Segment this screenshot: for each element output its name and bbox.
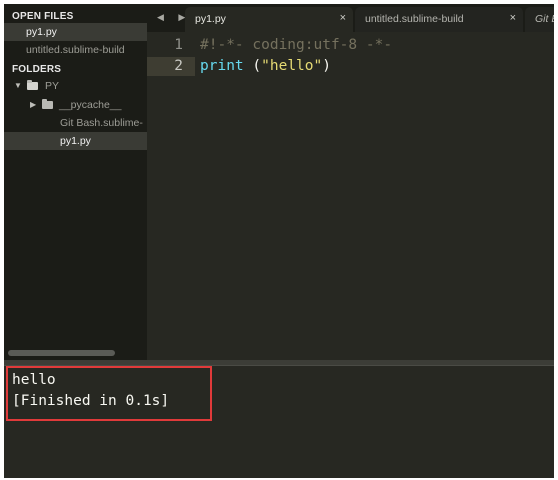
collapsed-arrow-icon: ▶ <box>30 100 37 109</box>
open-file-label: py1.py <box>26 26 57 38</box>
file-label: Git Bash.sublime- <box>60 117 143 129</box>
folder-py[interactable]: ▼ PY <box>4 77 147 95</box>
folder-label: PY <box>45 80 60 92</box>
tab-untitled-build[interactable]: untitled.sublime-build × <box>355 7 523 32</box>
open-file-untitled-build[interactable]: untitled.sublime-build <box>4 41 147 59</box>
tab-bar: ◀ ▶ py1.py × untitled.sublime-build × Gi… <box>147 4 554 32</box>
tab-label: py1.py <box>195 13 226 25</box>
file-git-bash-build[interactable]: Git Bash.sublime- <box>4 114 147 132</box>
function-token: print <box>200 58 244 74</box>
paren-token: ( <box>243 58 262 74</box>
tab-label: Git Bo <box>535 13 554 25</box>
folder-pycache[interactable]: ▶ __pycache__ <box>4 96 147 114</box>
open-file-py1[interactable]: py1.py <box>4 23 147 41</box>
paren-token: ) <box>322 58 331 74</box>
open-files-heading: OPEN FILES <box>12 11 74 22</box>
code-line-1[interactable]: #!-*- coding:utf-8 -*- <box>200 36 392 55</box>
code-editor[interactable]: 1 #!-*- coding:utf-8 -*- 2 print ("hello… <box>147 32 554 360</box>
folder-label: __pycache__ <box>59 99 122 111</box>
expanded-arrow-icon: ▼ <box>14 81 22 90</box>
folder-open-icon <box>27 80 38 90</box>
code-line-2[interactable]: print ("hello") <box>200 57 331 76</box>
string-token: "hello" <box>261 58 323 74</box>
open-file-label: untitled.sublime-build <box>26 44 125 56</box>
folders-heading: FOLDERS <box>12 64 62 75</box>
line-number-current: 2 <box>147 57 195 76</box>
red-highlight-box <box>6 366 212 421</box>
close-icon[interactable]: × <box>510 12 516 24</box>
folder-icon <box>42 99 53 109</box>
tab-git-bash[interactable]: Git Bo <box>525 7 554 32</box>
sublime-window: OPEN FILES py1.py untitled.sublime-build… <box>4 4 554 478</box>
build-output-panel: hello [Finished in 0.1s] <box>4 366 554 478</box>
file-label: py1.py <box>60 135 91 147</box>
line-number: 1 <box>174 37 183 53</box>
comment-token: #!-*- coding:utf-8 -*- <box>200 37 393 53</box>
tab-label: untitled.sublime-build <box>365 13 464 25</box>
sidebar-scrollbar[interactable] <box>8 350 115 356</box>
sidebar: OPEN FILES py1.py untitled.sublime-build… <box>4 4 147 360</box>
tab-py1[interactable]: py1.py × <box>185 7 353 32</box>
file-py1[interactable]: py1.py <box>4 132 147 150</box>
close-icon[interactable]: × <box>340 12 346 24</box>
